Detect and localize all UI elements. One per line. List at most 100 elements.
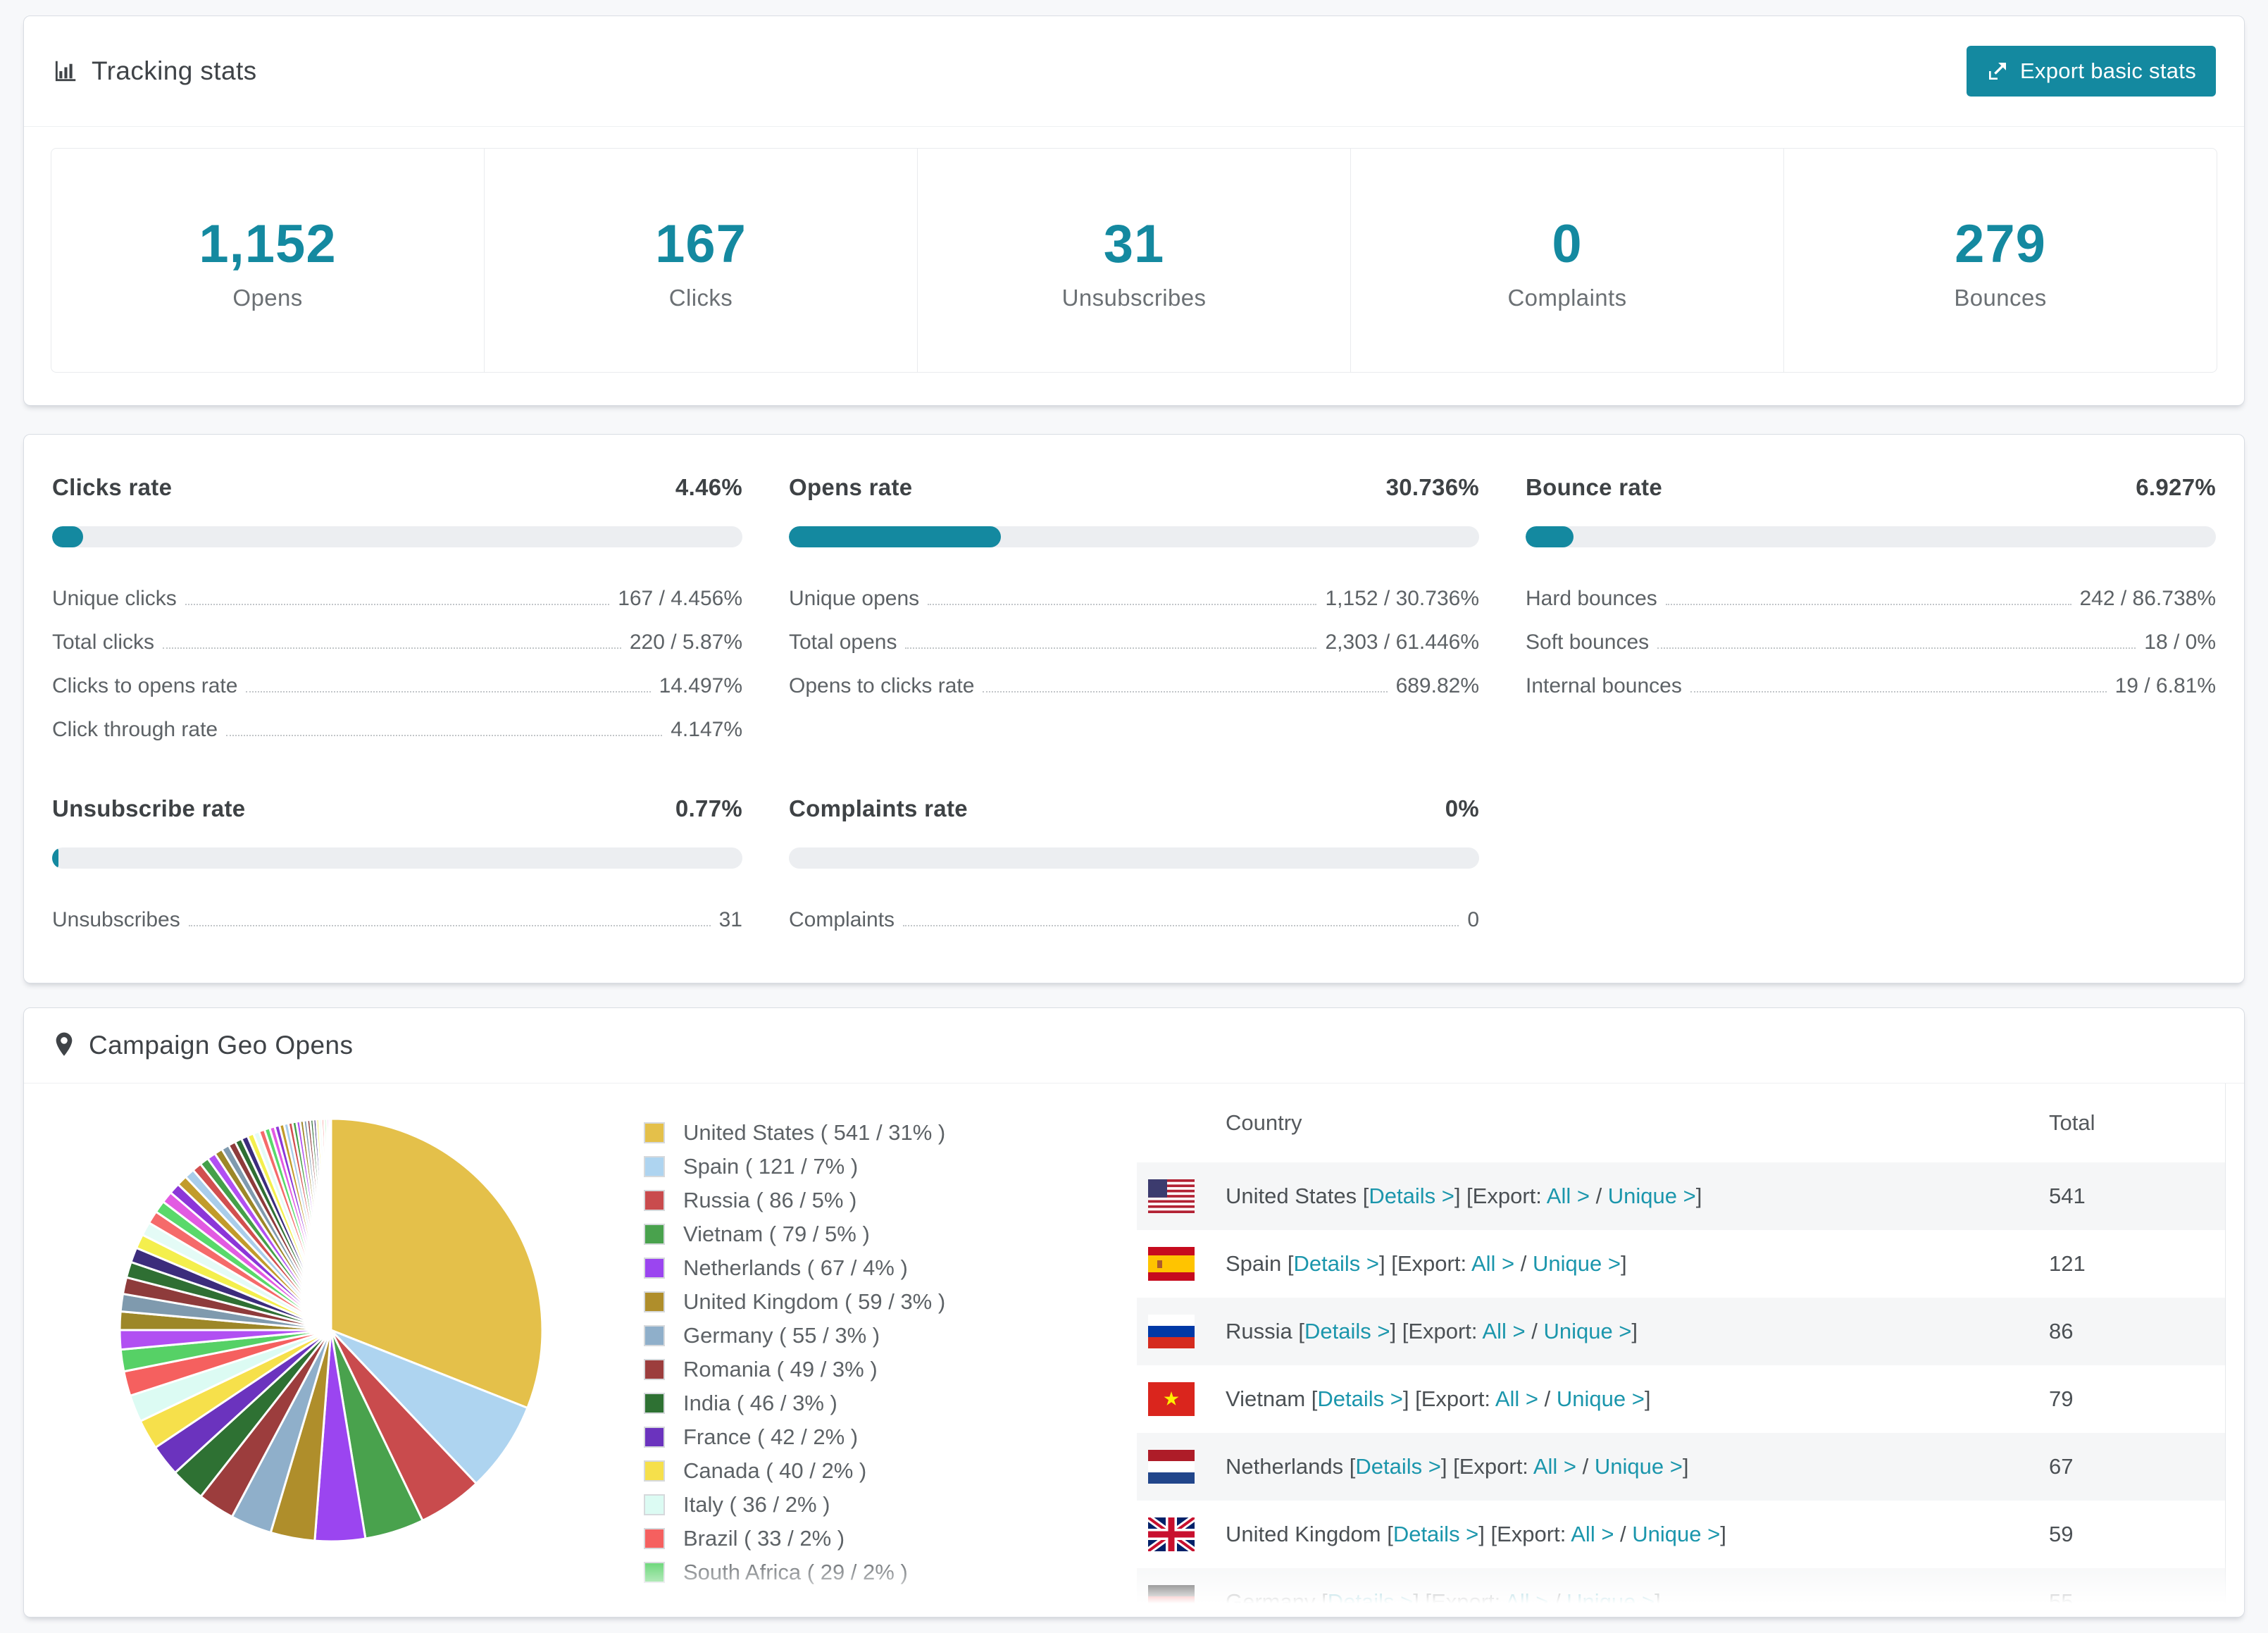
stat-value: 167 bbox=[655, 214, 747, 274]
dotted-leader bbox=[185, 604, 610, 605]
detail-value: 4.147% bbox=[671, 718, 742, 741]
export-all-link[interactable]: All > bbox=[1482, 1319, 1525, 1343]
rate-detail-row: Opens to clicks rate 689.82% bbox=[789, 674, 1479, 698]
export-all-link[interactable]: All > bbox=[1571, 1522, 1614, 1546]
dotted-leader bbox=[928, 604, 1317, 605]
dotted-leader bbox=[163, 647, 621, 649]
rate-block-bounce-rate: Bounce rate 6.927% Hard bounces 242 / 86.73… bbox=[1526, 474, 2216, 742]
tracking-stats-header: Tracking stats Export basic stats bbox=[24, 16, 2244, 127]
export-all-link[interactable]: All > bbox=[1505, 1589, 1548, 1614]
details-link[interactable]: Details > bbox=[1355, 1454, 1440, 1479]
export-unique-link[interactable]: Unique > bbox=[1632, 1522, 1720, 1546]
stat-value: 0 bbox=[1552, 214, 1583, 274]
detail-label: Unique clicks bbox=[52, 587, 177, 610]
stat-label: Unsubscribes bbox=[1061, 285, 1207, 311]
legend-swatch bbox=[644, 1258, 665, 1279]
export-unique-link[interactable]: Unique > bbox=[1543, 1319, 1631, 1343]
country-total: 79 bbox=[2049, 1386, 2074, 1411]
bar-chart-icon bbox=[52, 58, 79, 85]
stat-value: 279 bbox=[1955, 214, 2046, 274]
rate-detail-row: Unique opens 1,152 / 30.736% bbox=[789, 587, 1479, 611]
rate-block-clicks-rate: Clicks rate 4.46% Unique clicks 167 / 4.456… bbox=[52, 474, 742, 742]
export-unique-link[interactable]: Unique > bbox=[1557, 1386, 1645, 1411]
legend-item-united-kingdom: United Kingdom ( 59 / 3% ) bbox=[644, 1289, 1137, 1315]
export-unique-link[interactable]: Unique > bbox=[1533, 1251, 1621, 1276]
export-basic-stats-button[interactable]: Export basic stats bbox=[1966, 46, 2216, 97]
rate-detail-row: Total opens 2,303 / 61.446% bbox=[789, 631, 1479, 654]
detail-value: 1,152 / 30.736% bbox=[1325, 587, 1479, 610]
dotted-leader bbox=[1690, 691, 2107, 693]
dotted-leader bbox=[226, 735, 663, 736]
campaign-geo-opens-panel: Campaign Geo Opens United States ( 541 /… bbox=[23, 1007, 2245, 1618]
rate-title: Clicks rate bbox=[52, 474, 173, 500]
export-unique-link[interactable]: Unique > bbox=[1608, 1184, 1696, 1208]
detail-value: 2,303 / 61.446% bbox=[1325, 631, 1479, 654]
details-link[interactable]: Details > bbox=[1294, 1251, 1379, 1276]
details-link[interactable]: Details > bbox=[1328, 1589, 1413, 1614]
export-unique-link[interactable]: Unique > bbox=[1566, 1589, 1655, 1614]
dotted-leader bbox=[905, 647, 1317, 649]
detail-value: 19 / 6.81% bbox=[2114, 674, 2216, 697]
details-link[interactable]: Details > bbox=[1317, 1386, 1402, 1411]
export-all-link[interactable]: All > bbox=[1471, 1251, 1514, 1276]
flag-icon-us bbox=[1148, 1179, 1195, 1213]
stat-label: Complaints bbox=[1507, 285, 1627, 311]
export-all-link[interactable]: All > bbox=[1495, 1386, 1538, 1411]
rate-detail-row: Unsubscribes 31 bbox=[52, 908, 742, 932]
export-all-link[interactable]: All > bbox=[1547, 1184, 1590, 1208]
export-all-link[interactable]: All > bbox=[1533, 1454, 1576, 1479]
map-pin-icon bbox=[52, 1031, 76, 1060]
geo-pie-chart[interactable] bbox=[114, 1113, 548, 1547]
details-link[interactable]: Details > bbox=[1304, 1319, 1390, 1343]
rate-value: 0.77% bbox=[675, 795, 742, 821]
dotted-leader bbox=[1665, 604, 2071, 605]
table-rows: United States [Details >] [Export: All >… bbox=[1137, 1162, 2225, 1617]
detail-label: Complaints bbox=[789, 908, 895, 931]
rate-block-unsubscribe-rate: Unsubscribe rate 0.77% Unsubscribes 31 bbox=[52, 795, 742, 932]
rates-grid: Clicks rate 4.46% Unique clicks 167 / 4.456… bbox=[52, 474, 2216, 932]
legend-swatch bbox=[644, 1562, 665, 1583]
detail-value: 689.82% bbox=[1395, 674, 1479, 697]
detail-value: 220 / 5.87% bbox=[629, 631, 742, 654]
legend-item-united-states: United States ( 541 / 31% ) bbox=[644, 1120, 1137, 1145]
table-row-united-states: United States [Details >] [Export: All >… bbox=[1137, 1162, 2225, 1230]
progress-bar bbox=[52, 847, 742, 869]
legend-swatch bbox=[644, 1460, 665, 1482]
dotted-leader bbox=[188, 925, 711, 926]
rate-title: Opens rate bbox=[789, 474, 913, 500]
country-total: 541 bbox=[2049, 1184, 2086, 1208]
table-header-row: Country Total bbox=[1137, 1084, 2225, 1162]
legend-label: Romania ( 49 / 3% ) bbox=[683, 1357, 878, 1381]
rate-value: 30.736% bbox=[1385, 474, 1479, 500]
country-name: Vietnam bbox=[1226, 1386, 1306, 1411]
stat-label: Clicks bbox=[668, 285, 733, 311]
details-link[interactable]: Details > bbox=[1369, 1184, 1454, 1208]
progress-bar-fill bbox=[789, 526, 1002, 547]
stat-value: 1,152 bbox=[199, 214, 337, 274]
table-row-vietnam: Vietnam [Details >] [Export: All > / Uni… bbox=[1137, 1365, 2225, 1433]
stat-card-unsubscribes: 31 Unsubscribes bbox=[917, 149, 1350, 372]
flag-icon-nl bbox=[1148, 1450, 1195, 1484]
table-row-spain: Spain [Details >] [Export: All > / Uniqu… bbox=[1137, 1230, 2225, 1298]
legend-label: Netherlands ( 67 / 4% ) bbox=[683, 1255, 908, 1280]
flag-icon-es bbox=[1148, 1247, 1195, 1281]
details-link[interactable]: Details > bbox=[1393, 1522, 1478, 1546]
dashboard-page: Tracking stats Export basic stats 1,152 O… bbox=[0, 0, 2268, 1633]
legend-swatch bbox=[644, 1190, 665, 1211]
column-header-total: Total bbox=[2049, 1110, 2095, 1135]
legend-item-india: India ( 46 / 3% ) bbox=[644, 1391, 1137, 1416]
rate-title: Unsubscribe rate bbox=[52, 795, 246, 821]
legend-item-vietnam: Vietnam ( 79 / 5% ) bbox=[644, 1222, 1137, 1247]
dotted-leader bbox=[1657, 647, 2136, 649]
progress-bar bbox=[52, 526, 742, 547]
detail-label: Soft bounces bbox=[1526, 631, 1650, 654]
legend-swatch bbox=[644, 1224, 665, 1245]
summary-stats-row: 1,152 Opens 167 Clicks 31 Unsubscribes 0 Compla… bbox=[51, 148, 2217, 373]
table-row-germany: Germany [Details >] [Export: All > / Uni… bbox=[1137, 1568, 2225, 1617]
table-row-united-kingdom: United Kingdom [Details >] [Export: All … bbox=[1137, 1501, 2225, 1568]
legend-item-canada: Canada ( 40 / 2% ) bbox=[644, 1458, 1137, 1484]
export-unique-link[interactable]: Unique > bbox=[1595, 1454, 1683, 1479]
country-total: 55 bbox=[2049, 1589, 2074, 1614]
rate-detail-row: Hard bounces 242 / 86.738% bbox=[1526, 587, 2216, 611]
column-header-country: Country bbox=[1226, 1110, 1302, 1135]
